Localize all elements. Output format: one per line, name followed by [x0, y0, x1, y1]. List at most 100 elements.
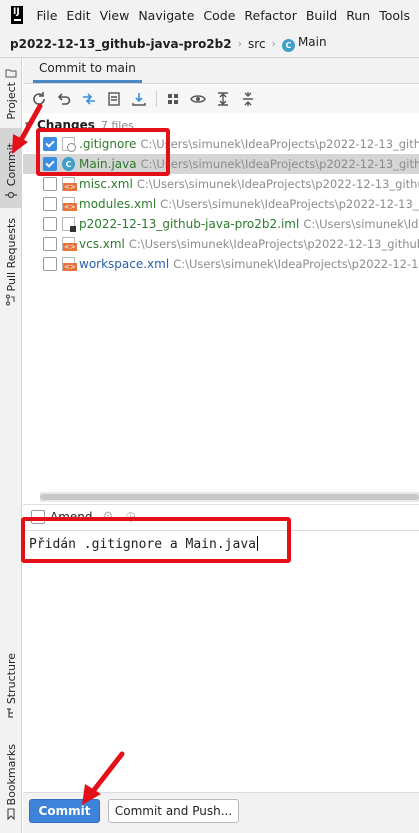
folder-icon	[5, 69, 17, 78]
horizontal-scrollbar[interactable]	[40, 492, 419, 502]
update-icon[interactable]	[129, 89, 149, 109]
java-class-icon: C	[62, 157, 75, 171]
structure-icon	[7, 708, 13, 718]
file-row-misc-xml[interactable]: misc.xml C:\Users\simunek\IdeaProjects\p…	[23, 174, 419, 194]
breadcrumb-file-label: Main	[297, 35, 327, 49]
commit-icon	[5, 191, 17, 199]
tab-pull-requests-label: Pull Requests	[4, 218, 18, 292]
changes-group[interactable]: ▾ Changes 7 files	[23, 116, 134, 134]
tab-bookmarks[interactable]: Bookmarks	[0, 744, 22, 823]
menu-edit[interactable]: Edit	[66, 8, 90, 23]
changes-group-count: 7 files	[100, 118, 134, 132]
tab-bookmarks-label: Bookmarks	[4, 744, 18, 806]
commit-tool-window-header: Commit to main	[23, 58, 419, 84]
diff-icon[interactable]	[79, 89, 99, 109]
file-path: C:\Users\simunek\IdeaProjects\p2022-12-1…	[303, 217, 419, 231]
breadcrumb-project[interactable]: p2022-12-13_github-java-pro2b2	[10, 37, 232, 51]
changes-tree[interactable]: ▾ Changes 7 files .gitignore C:\Users\si…	[23, 114, 419, 490]
file-path: C:\Users\simunek\IdeaProjects\p2022-12-1…	[128, 237, 419, 251]
intellij-logo-icon: IJ	[11, 6, 23, 24]
java-class-icon: C	[281, 39, 295, 52]
file-row-modules-xml[interactable]: modules.xml C:\Users\simunek\IdeaProject…	[23, 194, 419, 214]
menu-file[interactable]: File	[37, 8, 58, 23]
file-checkbox[interactable]	[43, 217, 57, 231]
tab-commit[interactable]: Commit	[0, 128, 22, 208]
chevron-down-icon[interactable]: ▾	[25, 120, 35, 130]
menu-bar: IJ File Edit View Navigate Code Refactor…	[0, 0, 419, 30]
xml-file-icon	[62, 177, 77, 191]
file-checkbox[interactable]	[43, 237, 57, 251]
file-row-vcs-xml[interactable]: vcs.xml C:\Users\simunek\IdeaProjects\p2…	[23, 234, 419, 254]
tab-commit-label: Commit	[4, 142, 18, 186]
refresh-icon[interactable]	[29, 89, 49, 109]
clock-icon[interactable]: ◷	[126, 510, 139, 523]
tab-project[interactable]: Project	[0, 64, 22, 120]
file-name: p2022-12-13_github-java-pro2b2.iml	[79, 217, 300, 231]
file-name: workspace.xml	[79, 257, 170, 271]
xml-file-icon	[62, 237, 77, 251]
eye-icon[interactable]	[188, 89, 208, 109]
file-path: C:\Users\simunek\IdeaProjects\p2022-12-1…	[140, 137, 419, 151]
menu-view[interactable]: View	[100, 8, 130, 23]
menu-refactor[interactable]: Refactor	[244, 8, 296, 23]
commit-message-editor[interactable]: Přidán .gitignore a Main.java	[23, 530, 419, 792]
file-path: C:\Users\simunek\IdeaProjects\p2022-12-1…	[136, 177, 419, 191]
menu-run[interactable]: Run	[346, 8, 370, 23]
pull-request-icon	[6, 294, 15, 306]
breadcrumb: p2022-12-13_github-java-pro2b2 › src › C…	[0, 30, 419, 58]
menu-build[interactable]: Build	[306, 8, 337, 23]
iml-file-icon	[62, 217, 76, 232]
file-checkbox[interactable]	[43, 157, 57, 171]
amend-label[interactable]: Amend	[50, 510, 93, 524]
file-row-main-java[interactable]: C Main.java C:\Users\simunek\IdeaProject…	[23, 154, 419, 174]
left-tool-strip: Project Commit Pull Requests Structure B…	[0, 58, 22, 833]
commit-and-push-button[interactable]: Commit and Push...	[108, 799, 239, 823]
toolbar-separator	[156, 91, 157, 107]
file-row-gitignore[interactable]: .gitignore C:\Users\simunek\IdeaProjects…	[23, 134, 419, 154]
file-checkbox[interactable]	[43, 197, 57, 211]
file-path: C:\Users\simunek\IdeaProjects\p2022-12-1…	[160, 197, 419, 211]
tab-commit-to-main[interactable]: Commit to main	[33, 61, 142, 83]
amend-checkbox[interactable]	[31, 509, 45, 524]
file-name: modules.xml	[79, 197, 157, 211]
shelve-icon[interactable]	[104, 89, 124, 109]
expand-all-icon[interactable]	[213, 89, 233, 109]
tab-structure-label: Structure	[4, 653, 18, 705]
group-by-icon[interactable]	[163, 89, 183, 109]
rollback-icon[interactable]	[54, 89, 74, 109]
text-caret	[256, 536, 258, 551]
file-path: C:\Users\simunek\IdeaProjects\p2022-12-1…	[140, 157, 419, 171]
bookmark-icon	[7, 808, 15, 821]
file-row-workspace-xml[interactable]: workspace.xml C:\Users\simunek\IdeaProje…	[23, 254, 419, 274]
scrollbar-thumb[interactable]	[40, 494, 419, 500]
xml-file-icon	[62, 197, 77, 211]
file-row-iml[interactable]: p2022-12-13_github-java-pro2b2.iml C:\Us…	[23, 214, 419, 234]
gitignore-icon	[62, 137, 76, 152]
file-path: C:\Users\simunek\IdeaProjects\p2022-12-1…	[173, 257, 419, 271]
file-name: misc.xml	[79, 177, 133, 191]
file-name: Main.java	[79, 157, 137, 171]
commit-button[interactable]: Commit	[29, 799, 100, 823]
file-name: vcs.xml	[79, 237, 125, 251]
file-checkbox[interactable]	[43, 137, 57, 151]
menu-navigate[interactable]: Navigate	[138, 8, 194, 23]
file-name: .gitignore	[79, 137, 137, 151]
breadcrumb-file[interactable]: C Main	[281, 35, 327, 52]
gear-icon[interactable]: ⚙	[103, 510, 116, 523]
xml-file-icon	[62, 257, 77, 271]
menu-code[interactable]: Code	[203, 8, 235, 23]
commit-actions: Commit Commit and Push...	[23, 792, 419, 833]
changes-group-label: Changes	[37, 118, 95, 132]
file-checkbox[interactable]	[43, 177, 57, 191]
tab-project-label: Project	[4, 82, 18, 120]
tab-structure[interactable]: Structure	[0, 653, 22, 722]
breadcrumb-folder[interactable]: src	[248, 37, 266, 51]
tab-pull-requests[interactable]: Pull Requests	[0, 218, 22, 309]
breadcrumb-separator-icon: ›	[237, 37, 243, 50]
amend-row: Amend ⚙ ◷	[23, 504, 419, 528]
commit-message-input[interactable]: Přidán .gitignore a Main.java	[29, 536, 258, 552]
commit-toolbar	[23, 85, 419, 113]
menu-tools[interactable]: Tools	[379, 8, 410, 23]
collapse-all-icon[interactable]	[238, 89, 258, 109]
file-checkbox[interactable]	[43, 257, 57, 271]
